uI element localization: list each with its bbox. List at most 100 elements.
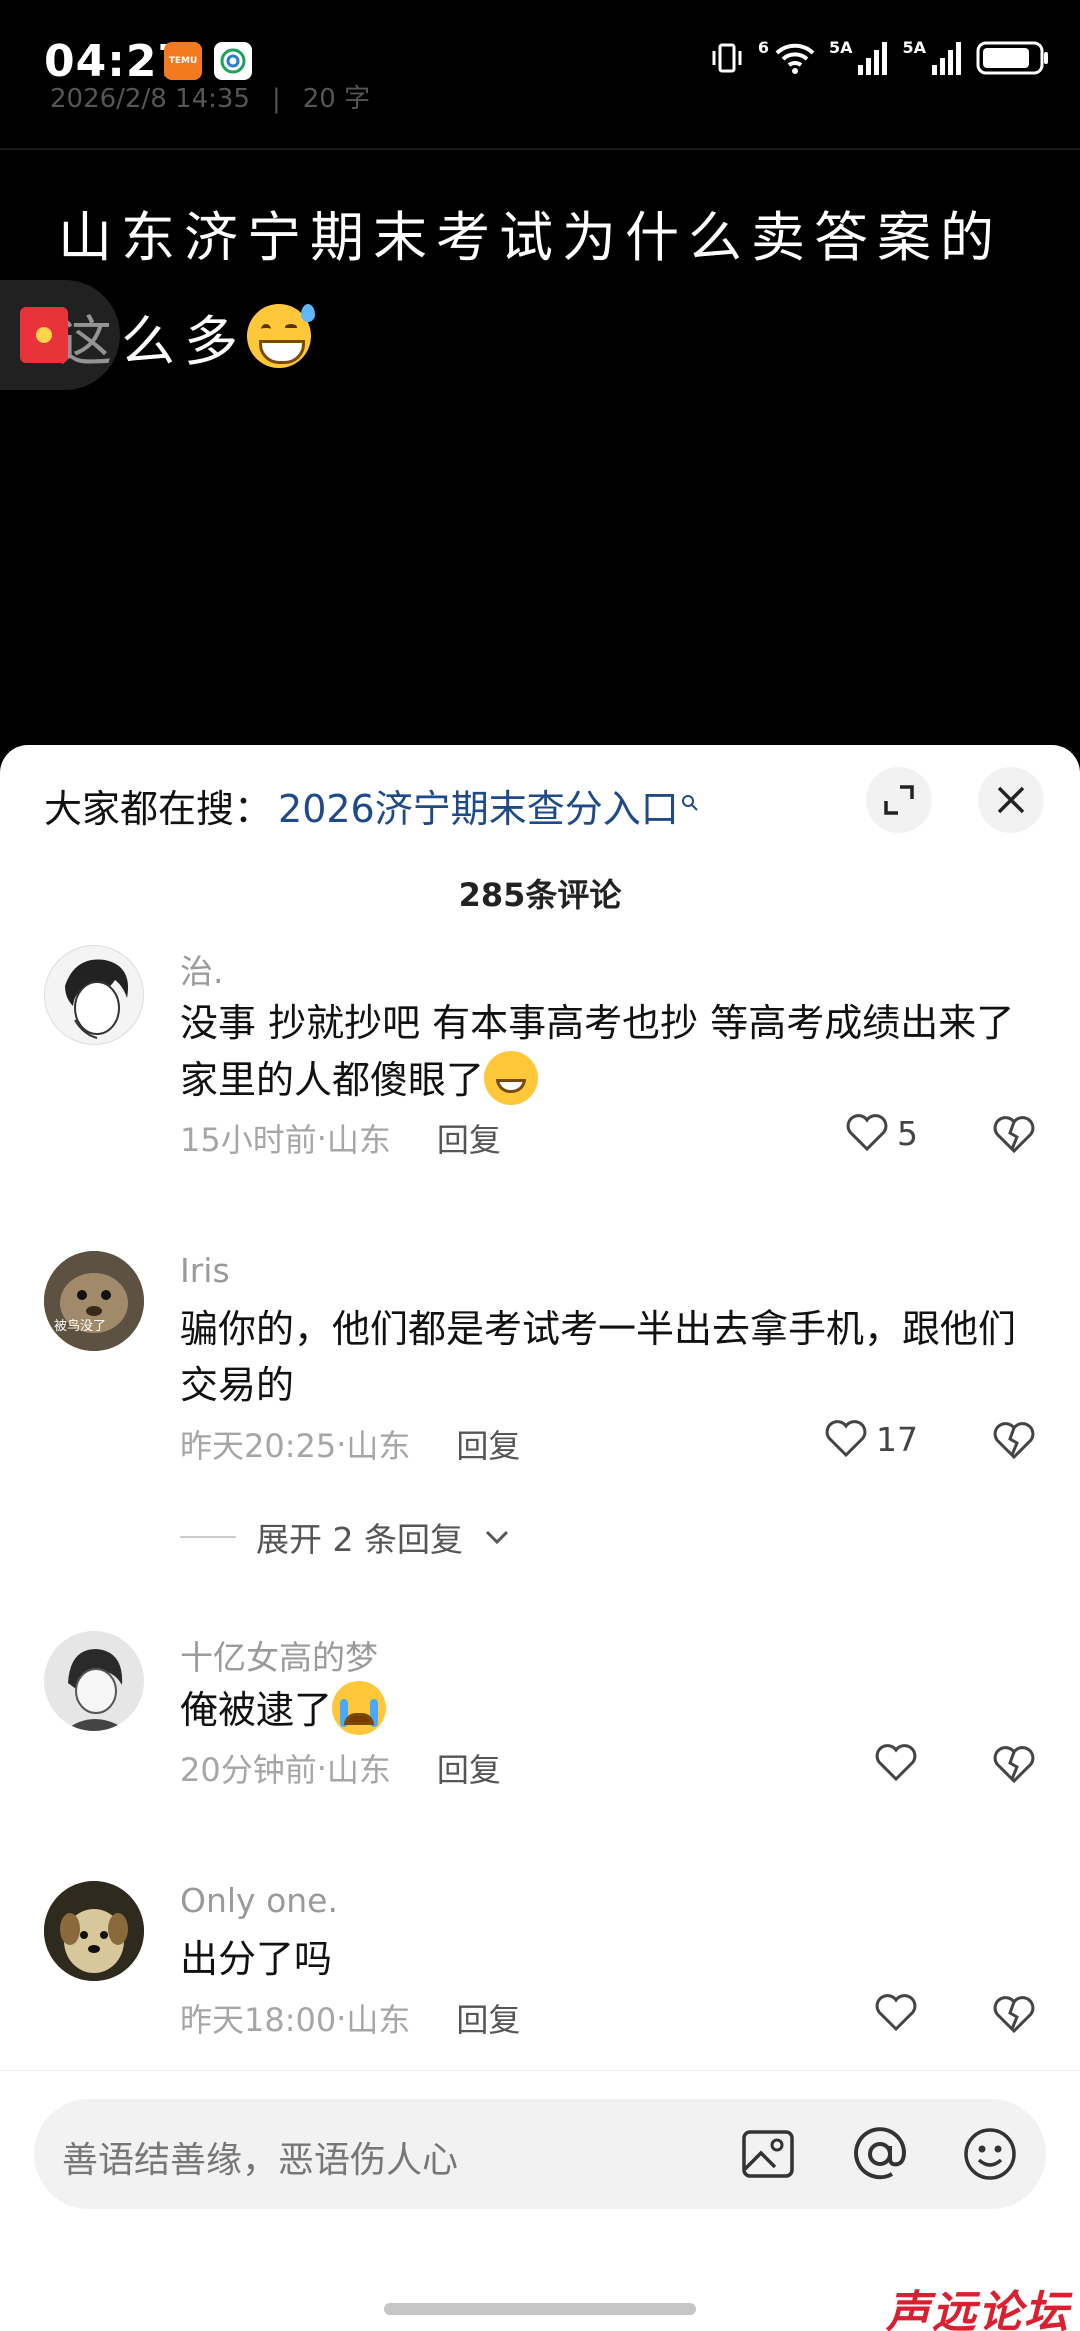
watermark-logo: 声远论坛 bbox=[886, 2287, 1070, 2331]
signal-icon-1 bbox=[858, 42, 888, 75]
smile-icon bbox=[964, 2128, 1016, 2180]
comment-time: 昨天20:25 bbox=[180, 1427, 337, 1465]
comment-text: 俺被逮了 bbox=[180, 1688, 333, 1732]
reply-button[interactable]: 回复 bbox=[456, 1995, 520, 2041]
comment-location: 山东 bbox=[346, 1427, 411, 1465]
comment-input-placeholder: 善语结善缘，恶语伤人心 bbox=[62, 2140, 459, 2181]
meta-dot: · bbox=[336, 1999, 347, 2037]
signal-icon-2 bbox=[932, 42, 961, 75]
heart-icon bbox=[875, 1994, 917, 2032]
broken-heart-icon bbox=[993, 1422, 1035, 1460]
network-label-1: 5A bbox=[828, 38, 853, 57]
post-extra: 20 字 bbox=[302, 84, 371, 114]
expand-button[interactable] bbox=[866, 767, 932, 833]
network-label-2: 5A bbox=[902, 38, 926, 57]
dislike-button[interactable] bbox=[992, 1995, 1036, 2039]
china-mobile-icon bbox=[214, 42, 252, 80]
meta-dot: · bbox=[336, 1425, 347, 1463]
image-button[interactable] bbox=[738, 2124, 798, 2184]
reply-button[interactable]: 回复 bbox=[437, 1745, 501, 1791]
post-date: 2026/2/8 14:35 bbox=[50, 84, 250, 114]
comment-text: 骗你的，他们都是考试考一半出去拿手机，跟他们交易的 bbox=[180, 1307, 1017, 1407]
emoji-button[interactable] bbox=[960, 2124, 1020, 2184]
battery-icon bbox=[976, 41, 1048, 75]
comment-username[interactable]: Iris bbox=[180, 1251, 230, 1290]
mention-button[interactable] bbox=[850, 2124, 910, 2184]
comment-meta: 15小时前 · 山东 回复 bbox=[180, 1115, 501, 1161]
comment-input[interactable]: 善语结善缘，恶语伤人心 bbox=[34, 2099, 1046, 2209]
expand-icon bbox=[884, 785, 914, 815]
post-title-line-1: 山东济宁期末考试为什么卖答案的 bbox=[58, 206, 1003, 269]
comment-meta: 昨天20:25 · 山东 回复 bbox=[180, 1421, 520, 1467]
at-icon bbox=[854, 2127, 907, 2180]
search-small-icon bbox=[681, 793, 699, 817]
image-icon bbox=[742, 2130, 794, 2178]
avatar-caption: 被鸟没了 bbox=[54, 1319, 107, 1334]
comment-text: 没事 抄就抄吧 有本事高考也抄 等高考成绩出来了 家里的人都傻眼了 bbox=[180, 1001, 1015, 1102]
meta-dot: · bbox=[316, 1119, 327, 1157]
comment-time: 昨天18:00 bbox=[180, 2001, 337, 2039]
comment-username[interactable]: 治. bbox=[180, 945, 224, 993]
broken-heart-icon bbox=[993, 1116, 1035, 1154]
chevron-down-icon bbox=[485, 1530, 509, 1545]
close-icon bbox=[997, 786, 1025, 814]
post-title-line-2-wrap: 这么多 bbox=[58, 290, 1018, 394]
comment-meta: 20分钟前 · 山东 回复 bbox=[180, 1745, 501, 1791]
broken-heart-icon bbox=[993, 1746, 1035, 1784]
like-button[interactable] bbox=[874, 1743, 918, 1783]
reply-button[interactable]: 回复 bbox=[437, 1115, 501, 1161]
temu-app-icon: TEMU bbox=[164, 42, 202, 80]
like-count: 17 bbox=[876, 1419, 918, 1459]
dislike-button[interactable] bbox=[992, 1421, 1036, 1465]
crying-emoji-icon bbox=[332, 1681, 387, 1735]
comment-location: 山东 bbox=[346, 2001, 411, 2039]
avatar[interactable] bbox=[44, 1881, 144, 1981]
red-envelope-icon bbox=[20, 307, 68, 363]
heart-icon bbox=[846, 1114, 888, 1152]
broken-heart-icon bbox=[993, 1996, 1035, 2034]
post-meta: 2026/2/8 14:35 | 20 字 bbox=[50, 78, 370, 115]
like-button[interactable]: 5 bbox=[845, 1113, 918, 1153]
meta-dot: · bbox=[316, 1749, 327, 1787]
comment-time: 15小时前 bbox=[180, 1121, 317, 1159]
meta-separator: | bbox=[271, 84, 281, 114]
like-button[interactable]: 17 bbox=[824, 1419, 918, 1459]
vibrate-icon bbox=[712, 43, 742, 73]
search-link[interactable]: 2026济宁期末查分入口 bbox=[278, 778, 679, 833]
dislike-button[interactable] bbox=[992, 1115, 1036, 1159]
wifi-icon bbox=[775, 43, 815, 74]
comment-username[interactable]: Only one. bbox=[180, 1881, 338, 1920]
avatar[interactable]: 被鸟没了 bbox=[44, 1251, 144, 1351]
close-button[interactable] bbox=[978, 767, 1044, 833]
heart-icon bbox=[825, 1420, 867, 1458]
comment-text: 出分了吗 bbox=[180, 1937, 333, 1981]
top-divider bbox=[0, 148, 1080, 150]
status-right-group: 6 5A 5A bbox=[710, 40, 1050, 76]
avatar[interactable] bbox=[44, 1631, 144, 1731]
trending-search[interactable]: 大家都在搜： 2026济宁期末查分入口 bbox=[44, 775, 699, 835]
expand-replies-button[interactable]: 展开 2 条回复 bbox=[180, 1513, 511, 1561]
wifi-label: 6 bbox=[757, 38, 769, 57]
comment-username[interactable]: 十亿女高的梦 bbox=[180, 1631, 378, 1679]
comment-count: 285条评论 bbox=[458, 876, 622, 914]
comment-text-wrap: 俺被逮了 bbox=[180, 1681, 1020, 1738]
red-packet-float-button[interactable] bbox=[0, 280, 120, 390]
comment-location: 山东 bbox=[326, 1751, 391, 1789]
comment-meta: 昨天18:00 · 山东 回复 bbox=[180, 1995, 520, 2041]
grin-emoji-icon bbox=[484, 1051, 539, 1105]
sweat-smile-emoji-icon bbox=[247, 304, 315, 368]
like-count: 5 bbox=[897, 1113, 918, 1153]
comment-text-wrap: 没事 抄就抄吧 有本事高考也抄 等高考成绩出来了 家里的人都傻眼了 bbox=[180, 995, 1020, 1108]
expand-replies-label: 展开 2 条回复 bbox=[256, 1520, 463, 1559]
dislike-button[interactable] bbox=[992, 1745, 1036, 1789]
expand-dash bbox=[180, 1536, 236, 1538]
reply-button[interactable]: 回复 bbox=[456, 1421, 520, 1467]
avatar[interactable] bbox=[44, 945, 144, 1045]
like-button[interactable] bbox=[874, 1993, 918, 2033]
home-indicator[interactable] bbox=[384, 2303, 696, 2315]
temu-label: TEMU bbox=[168, 56, 198, 66]
heart-icon bbox=[875, 1744, 917, 1782]
post-title: 山东济宁期末考试为什么卖答案的 这么多 bbox=[58, 186, 1018, 394]
comment-time: 20分钟前 bbox=[180, 1751, 317, 1789]
search-prefix: 大家都在搜： bbox=[44, 786, 273, 831]
